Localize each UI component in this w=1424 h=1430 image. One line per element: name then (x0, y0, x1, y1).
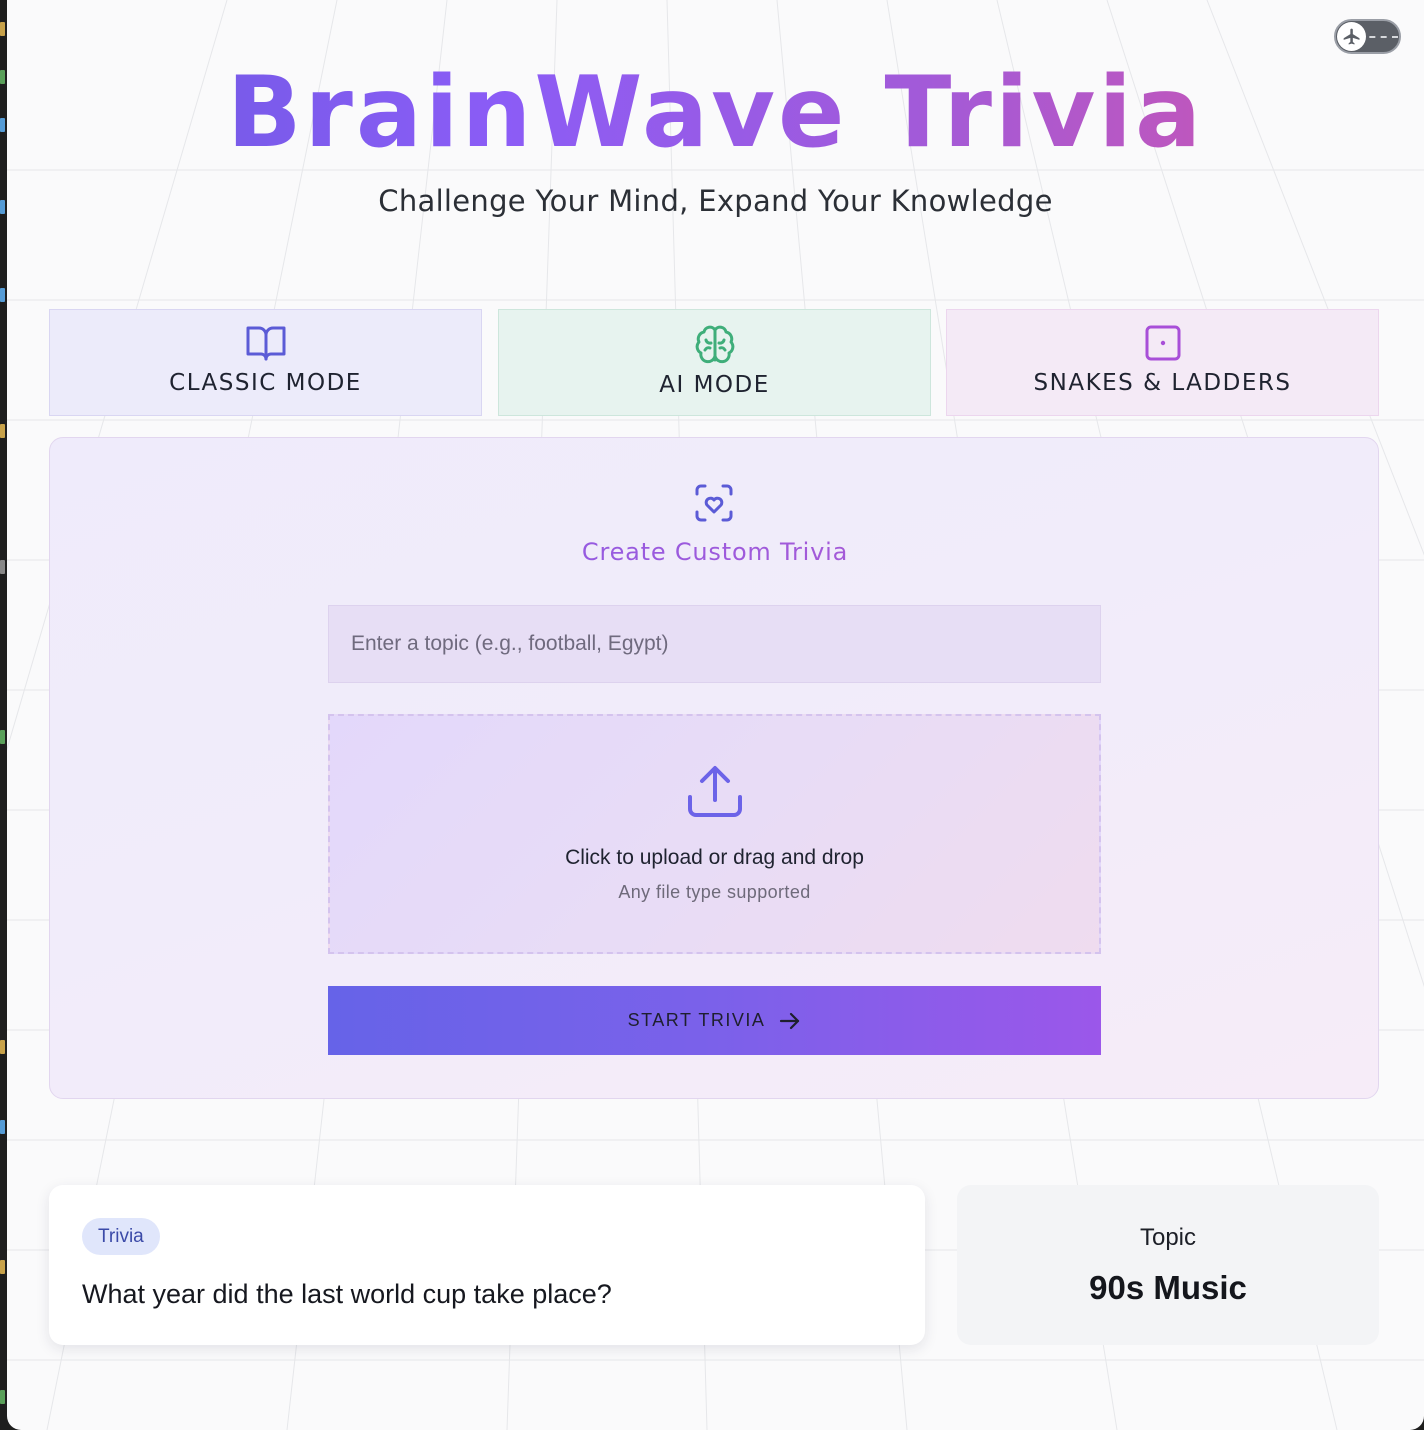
upload-sub-text: Any file type supported (618, 882, 811, 902)
app-window: BrainWave Trivia Challenge Your Mind, Ex… (7, 0, 1424, 1430)
mode-snakes-ladders-button[interactable]: SNAKES & LADDERS (946, 309, 1379, 416)
category-badge: Trivia (82, 1218, 160, 1255)
start-trivia-button[interactable]: START TRIVIA (328, 986, 1101, 1055)
app-subtitle: Challenge Your Mind, Expand Your Knowled… (378, 184, 1053, 218)
app-title: BrainWave Trivia (7, 58, 1424, 168)
airplane-icon (1343, 28, 1359, 44)
toggle-knob (1337, 22, 1366, 51)
topic-input[interactable] (328, 605, 1101, 683)
topic-card: Topic 90s Music (957, 1185, 1379, 1345)
custom-trivia-panel: Create Custom Trivia Click to upload or … (49, 437, 1379, 1099)
mode-classic-label: CLASSIC MODE (169, 370, 362, 396)
brain-icon (695, 325, 734, 364)
heart-scan-icon (695, 484, 733, 522)
upload-icon (687, 766, 742, 817)
dice-icon (1145, 325, 1180, 361)
topic-value: 90s Music (1089, 1269, 1247, 1306)
mode-ai-label: AI MODE (659, 372, 770, 398)
background-editor-strip (0, 0, 7, 1430)
mode-snakes-label: SNAKES & LADDERS (1033, 370, 1292, 396)
custom-trivia-title: Create Custom Trivia (50, 538, 1380, 566)
book-icon (246, 326, 285, 361)
arrow-right-icon (780, 1012, 800, 1029)
question-card[interactable]: Trivia What year did the last world cup … (49, 1185, 925, 1345)
topic-label: Topic (1139, 1224, 1197, 1251)
file-upload-dropzone[interactable]: Click to upload or drag and drop Any fil… (328, 714, 1101, 954)
mode-classic-button[interactable]: CLASSIC MODE (49, 309, 482, 416)
theme-toggle[interactable] (1334, 19, 1401, 54)
start-trivia-label: START TRIVIA (627, 1010, 766, 1030)
upload-main-text: Click to upload or drag and drop (565, 846, 864, 869)
question-text: What year did the last world cup take pl… (82, 1279, 612, 1309)
mode-ai-button[interactable]: AI MODE (498, 309, 931, 416)
